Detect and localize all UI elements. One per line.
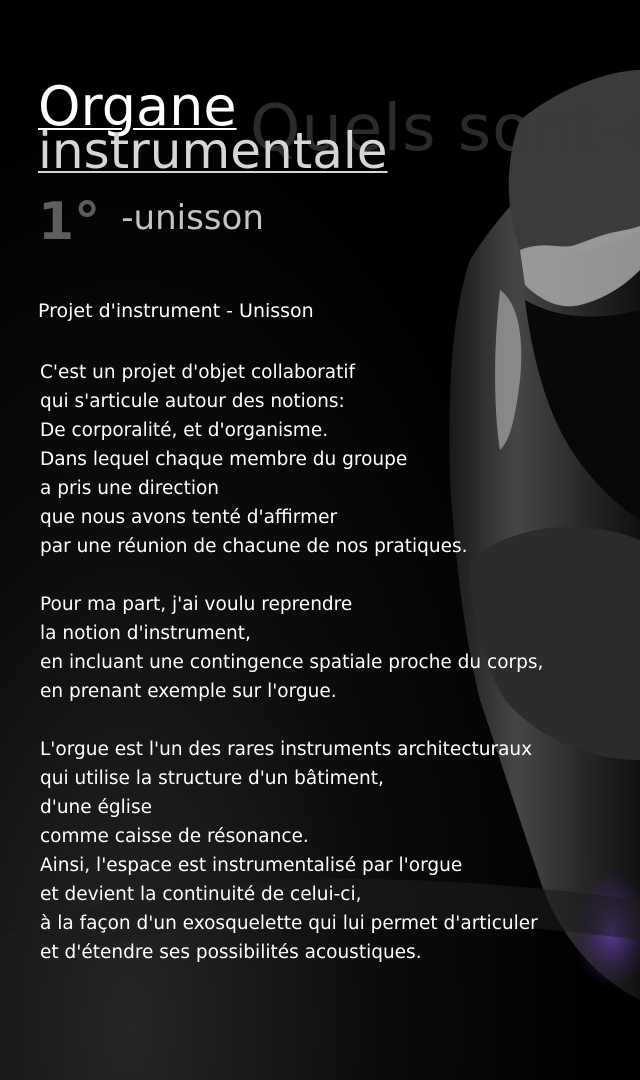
text-line: Ainsi, l'espace est instrumentalisé par … xyxy=(40,855,463,876)
page-title: Organe instrumentale xyxy=(38,79,388,181)
text-line: qui s'articule autour des notions: xyxy=(40,391,345,412)
paragraph: Pour ma part, j'ai voulu reprendre la no… xyxy=(40,590,630,706)
page: Quels sont-el Organe instrumentale 1° -u… xyxy=(0,0,640,1080)
subtitle: 1° -unisson xyxy=(38,192,264,252)
title-line-2: instrumentale xyxy=(38,122,388,181)
text-line: d'une église xyxy=(40,797,152,818)
description-text: C'est un projet d'objet collaboratif qui… xyxy=(40,358,630,996)
text-line: par une réunion de chacune de nos pratiq… xyxy=(40,536,468,557)
text-line: Pour ma part, j'ai voulu reprendre xyxy=(40,594,353,615)
text-line: et d'étendre ses possibilités acoustique… xyxy=(40,942,422,963)
text-line: L'orgue est l'un des rares instruments a… xyxy=(40,739,533,760)
text-line: à la façon d'un exosquelette qui lui per… xyxy=(40,913,538,934)
text-line: que nous avons tenté d'affirmer xyxy=(40,507,338,528)
text-line: Dans lequel chaque membre du groupe xyxy=(40,449,408,470)
text-line: C'est un projet d'objet collaboratif xyxy=(40,362,355,383)
text-line: De corporalité, et d'organisme. xyxy=(40,420,329,441)
text-line: a pris une direction xyxy=(40,478,220,499)
text-line: en prenant exemple sur l'orgue. xyxy=(40,681,337,702)
paragraph: C'est un projet d'objet collaboratif qui… xyxy=(40,358,630,561)
text-line: la notion d'instrument, xyxy=(40,623,251,644)
text-line: comme caisse de résonance. xyxy=(40,826,309,847)
text-line: en incluant une contingence spatiale pro… xyxy=(40,652,544,673)
section-label: -unisson xyxy=(121,198,264,238)
text-line: et devient la continuité de celui-ci, xyxy=(40,884,362,905)
section-number: 1° xyxy=(38,192,101,252)
text-line: qui utilise la structure d'un bâtiment, xyxy=(40,768,384,789)
paragraph: L'orgue est l'un des rares instruments a… xyxy=(40,735,630,967)
project-title: Projet d'instrument - Unisson xyxy=(38,300,314,322)
